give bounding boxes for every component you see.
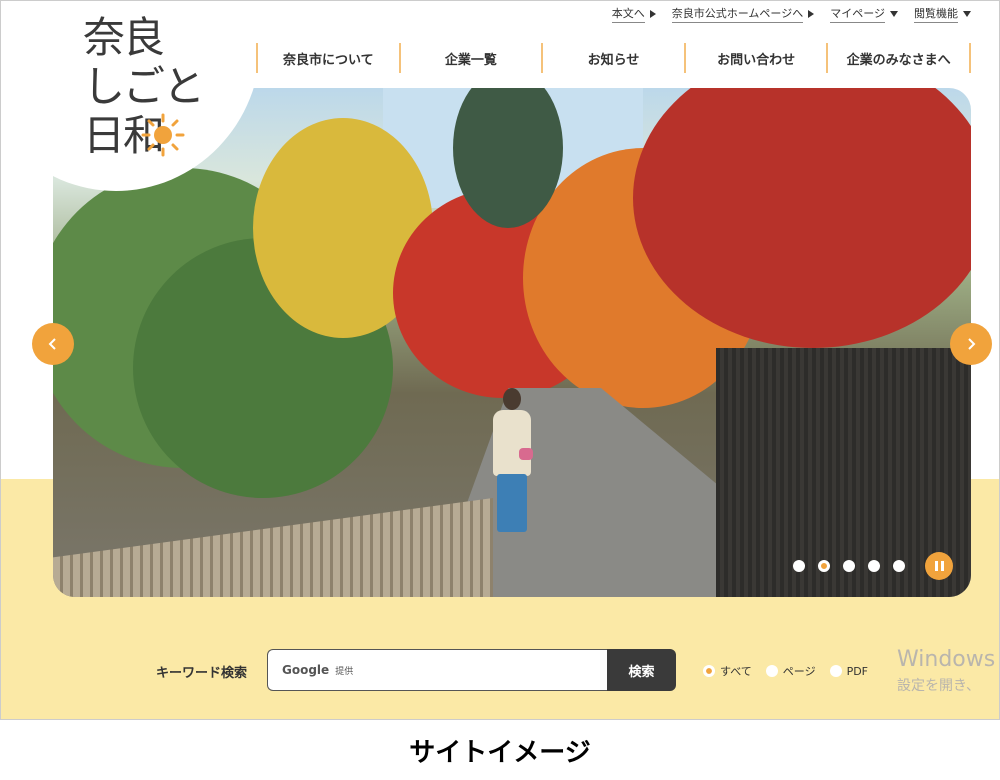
slider-dots xyxy=(793,560,905,572)
slider-dot-5[interactable] xyxy=(893,560,905,572)
pause-icon-bar xyxy=(934,561,938,571)
util-link-city-site[interactable]: 奈良市公式ホームページへ xyxy=(671,5,815,23)
logo-line-1: 奈良 xyxy=(83,13,165,62)
radio-label: PDF xyxy=(846,664,869,678)
util-link-main-content[interactable]: 本文へ xyxy=(611,5,656,23)
triangle-right-icon xyxy=(649,10,656,18)
hero-person xyxy=(485,388,539,538)
search-input[interactable]: Google 提供 xyxy=(267,649,607,691)
slider-dot-3[interactable] xyxy=(843,560,855,572)
triangle-down-icon xyxy=(963,11,971,17)
slider-dot-1[interactable] xyxy=(793,560,805,572)
image-caption: サイトイメージ xyxy=(409,737,591,768)
slider-dot-2[interactable] xyxy=(818,560,830,572)
slider-dot-4[interactable] xyxy=(868,560,880,572)
triangle-right-icon xyxy=(808,10,815,18)
nav-item-contact[interactable]: お問い合わせ xyxy=(683,43,827,73)
radio-selected-icon xyxy=(703,665,715,677)
nav-item-company-list[interactable]: 企業一覧 xyxy=(398,43,542,73)
hero-fence xyxy=(53,498,493,597)
main-nav: 奈良市について 企業一覧 お知らせ お問い合わせ 企業のみなさまへ xyxy=(256,43,971,73)
radio-label: ページ xyxy=(782,665,816,678)
util-link-label: 奈良市公式ホームページへ xyxy=(671,5,804,23)
logo-line-2: しごと xyxy=(83,62,205,111)
util-link-label: 本文へ xyxy=(611,5,645,23)
search-provider-suffix: 提供 xyxy=(335,666,354,677)
pause-icon-bar xyxy=(940,561,944,571)
radio-label: すべて xyxy=(720,665,752,678)
site-screenshot: 奈良 しごと 日和 本文へ 奈良市公式ホームページへ マイページ 閲覧機能 奈良… xyxy=(0,0,1000,720)
utility-nav: 本文へ 奈良市公式ホームページへ マイページ 閲覧機能 xyxy=(611,5,971,23)
search-button[interactable]: 検索 xyxy=(607,649,676,691)
sun-icon xyxy=(141,113,185,157)
triangle-down-icon xyxy=(890,11,898,17)
nav-item-about-nara[interactable]: 奈良市について xyxy=(256,43,399,73)
radio-icon xyxy=(765,665,778,677)
watermark-line-1: Windows xyxy=(897,647,996,672)
chevron-right-icon xyxy=(968,338,976,350)
nav-item-for-companies[interactable]: 企業のみなさまへ xyxy=(826,43,971,73)
radio-icon xyxy=(829,665,842,677)
search-label: キーワード検索 xyxy=(156,666,248,681)
windows-activation-watermark: Windows 設定を開き、 xyxy=(897,647,995,699)
watermark-line-2: 設定を開き、 xyxy=(897,678,981,694)
util-link-accessibility[interactable]: 閲覧機能 xyxy=(914,5,971,23)
chevron-left-icon xyxy=(48,338,56,350)
slider-prev-button[interactable] xyxy=(32,323,74,365)
search-scope-options: すべて ページ PDF xyxy=(703,663,868,679)
search-scope-all[interactable]: すべて xyxy=(703,663,752,679)
slider-pause-button[interactable] xyxy=(925,552,953,580)
search-scope-page[interactable]: ページ xyxy=(765,663,816,679)
slider-next-button[interactable] xyxy=(950,323,992,365)
util-link-label: マイページ xyxy=(830,5,885,23)
util-link-mypage[interactable]: マイページ xyxy=(830,5,898,23)
nav-item-news[interactable]: お知らせ xyxy=(541,43,684,73)
util-link-label: 閲覧機能 xyxy=(914,5,958,23)
search-provider: Google xyxy=(282,663,330,677)
search-scope-pdf[interactable]: PDF xyxy=(829,663,869,679)
